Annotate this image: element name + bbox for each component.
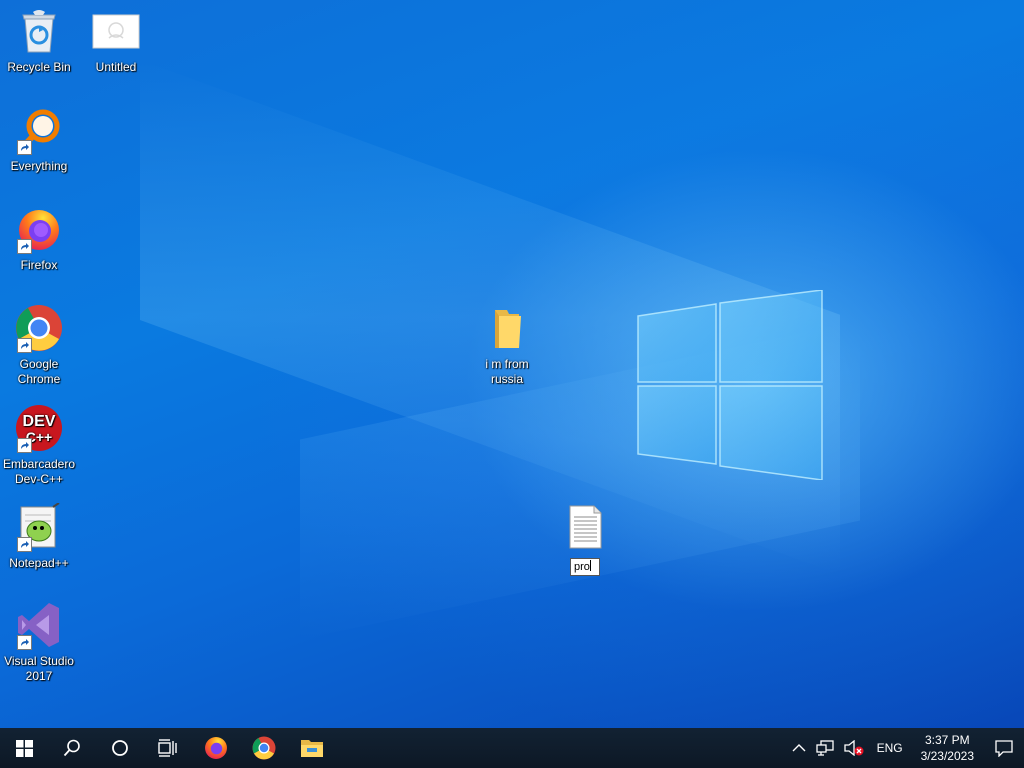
rename-input-value: pro [574,561,590,573]
shortcut-arrow-icon [17,635,32,650]
desktop-icon-firefox[interactable]: Firefox [0,204,78,273]
desktop-icon-label: Recycle Bin [7,60,71,74]
taskbar-chrome[interactable] [240,728,288,768]
desktop-icon-notepadpp[interactable]: Notepad++ [0,502,78,571]
desktop-icon-label: Everything [10,159,68,173]
desktop-icon-everything[interactable]: Everything [0,105,78,174]
desktop-icon-recycle-bin[interactable]: Recycle Bin [0,6,78,75]
search-button[interactable] [48,728,96,768]
desktop-icon-folder[interactable]: i m from russia [468,303,546,387]
volume-muted-icon [843,740,864,756]
taskbar-firefox[interactable] [192,728,240,768]
recycle-bin-icon [14,6,64,56]
folder-icon [482,303,532,353]
firefox-icon [205,737,227,759]
firefox-icon [14,204,64,254]
taskbar-file-explorer[interactable] [288,728,336,768]
clock-time: 3:37 PM [924,733,970,747]
desktop-icon-google-chrome[interactable]: Google Chrome [0,303,78,387]
text-file-icon [560,502,610,552]
action-center-button[interactable] [984,728,1024,768]
shortcut-arrow-icon [17,537,32,552]
rename-input[interactable]: pro [570,558,600,576]
chrome-icon [252,736,276,760]
desktop-icon-label: Notepad++ [9,556,69,570]
clock-button[interactable]: 3:37 PM 3/23/2023 [911,728,984,768]
notepadpp-icon [14,502,64,552]
input-language-button[interactable]: ENG [869,728,911,768]
text-caret [589,560,591,571]
taskbar: ENG 3:37 PM 3/23/2023 [0,728,1024,768]
visual-studio-icon [14,600,64,650]
search-icon [63,739,80,757]
desktop-icon-text-file[interactable]: pro [546,502,624,576]
task-view-icon [158,739,177,757]
untitled-image-icon [91,6,141,56]
chevron-up-icon [792,744,806,752]
start-icon [15,739,33,757]
desktop-icon-visual-studio[interactable]: Visual Studio 2017 [0,600,78,684]
volume-button[interactable] [839,728,869,768]
desktop-icon-devcpp[interactable]: DEV C++ Embarcadero Dev-C++ [0,403,78,487]
language-label: ENG [876,741,903,755]
windows-logo-wallpaper [637,290,823,480]
shortcut-arrow-icon [17,438,32,453]
notification-icon [995,739,1013,757]
shortcut-arrow-icon [17,239,32,254]
desktop[interactable]: Recycle Bin Untitled Everything Firefox … [0,0,1024,728]
desktop-icon-label: Firefox [20,258,58,272]
devcpp-icon: DEV C++ [14,403,64,453]
clock-date: 3/23/2023 [920,749,974,763]
desktop-icon-untitled[interactable]: Untitled [77,6,155,75]
task-view-button[interactable] [144,728,192,768]
shortcut-arrow-icon [17,140,32,155]
chrome-icon [14,303,64,353]
shortcut-arrow-icon [17,338,32,353]
desktop-icon-label: Untitled [95,60,137,74]
desktop-icon-label: Google Chrome [17,357,61,386]
cortana-icon [112,740,128,756]
desktop-icon-label: Visual Studio 2017 [4,654,74,683]
desktop-icon-label: i m from russia [485,357,529,386]
devcpp-icon-text: DEV [23,413,56,430]
everything-icon [14,105,64,155]
system-tray: ENG 3:37 PM 3/23/2023 [787,728,1024,768]
network-icon [815,740,834,756]
file-explorer-icon [301,740,323,757]
cortana-button[interactable] [96,728,144,768]
desktop-icon-label: Embarcadero Dev-C++ [2,457,76,486]
network-button[interactable] [811,728,839,768]
start-button[interactable] [0,728,48,768]
show-hidden-icons-button[interactable] [787,728,811,768]
